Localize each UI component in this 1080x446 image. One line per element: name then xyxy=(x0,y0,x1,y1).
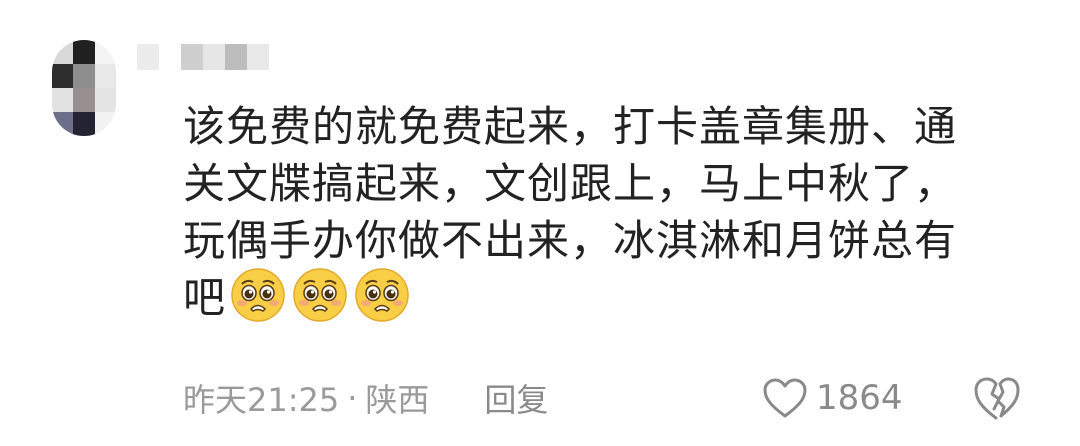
pleading-face-emoji xyxy=(293,267,347,322)
emoji-row xyxy=(230,267,410,323)
avatar[interactable] xyxy=(52,40,116,136)
pleading-face-emoji xyxy=(231,267,285,322)
comment-line: 该免费的就免费起来，打卡盖章集册、通 xyxy=(183,102,958,151)
comment-meta: 昨天21:25 · 陕西 回复 xyxy=(183,373,548,423)
reply-button[interactable]: 回复 xyxy=(484,375,548,421)
pleading-face-emoji xyxy=(355,267,409,322)
comment-text: 该免费的就免费起来，打卡盖章集册、通 关文牒搞起来，文创跟上，马上中秋了， 玩偶… xyxy=(183,98,1003,329)
comment-line: 关文牒搞起来，文创跟上，马上中秋了， xyxy=(183,159,958,208)
timestamp: 昨天21:25 xyxy=(183,381,340,419)
username-redacted[interactable] xyxy=(137,44,269,70)
comment-line: 吧 xyxy=(183,273,227,322)
heart-outline-icon xyxy=(763,378,807,418)
dislike-button[interactable] xyxy=(972,374,1022,422)
like-button[interactable]: 1864 xyxy=(762,373,903,423)
location: 陕西 xyxy=(365,381,430,419)
comment-item: 该免费的就免费起来，打卡盖章集册、通 关文牒搞起来，文创跟上，马上中秋了， 玩偶… xyxy=(0,0,1080,446)
meta-separator: · xyxy=(347,379,358,417)
like-count: 1864 xyxy=(816,378,903,418)
broken-heart-icon xyxy=(974,377,1020,420)
comment-line-last: 吧 xyxy=(183,267,1003,329)
comment-line: 玩偶手办你做不出来，冰淇淋和月饼总有 xyxy=(183,216,958,265)
